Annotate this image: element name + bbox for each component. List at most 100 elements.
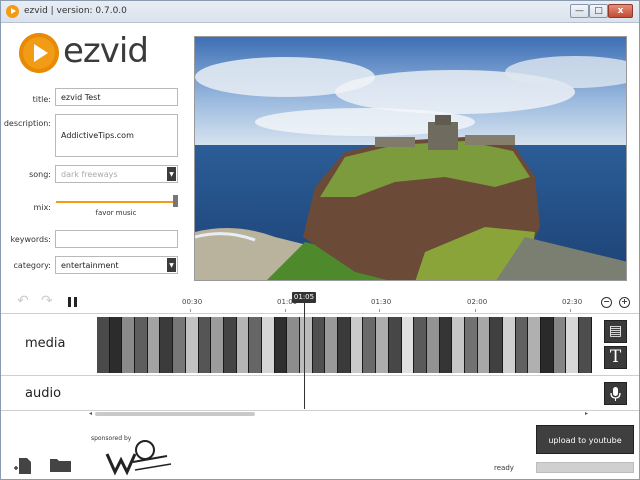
- minimize-button[interactable]: —: [570, 4, 589, 18]
- tick-label: 00:30: [182, 298, 203, 306]
- pause-button[interactable]: [68, 297, 77, 307]
- progress-bar: [536, 462, 634, 473]
- microphone-icon[interactable]: [604, 382, 627, 405]
- keywords-input[interactable]: [55, 230, 178, 248]
- zoom-out-icon[interactable]: −: [601, 297, 612, 308]
- category-select-value: entertainment: [61, 261, 119, 270]
- wings-logo[interactable]: [105, 434, 175, 476]
- audio-track-label: audio: [25, 386, 62, 401]
- clip-frame: [325, 317, 339, 373]
- description-label: description:: [3, 119, 51, 128]
- ezvid-logo: ezvid: [19, 31, 169, 77]
- film-icon[interactable]: ▤: [604, 320, 627, 343]
- song-select[interactable]: dark freeways ▼: [55, 165, 178, 183]
- clip-frame: [97, 317, 110, 373]
- clip-frame: [426, 317, 440, 373]
- scroll-left-icon[interactable]: ◂: [89, 410, 92, 417]
- app-icon: [6, 5, 19, 18]
- maximize-button[interactable]: □: [589, 4, 608, 18]
- clip-frame: [338, 317, 351, 373]
- clip-frame: [122, 317, 136, 373]
- clip-frame: [490, 317, 503, 373]
- description-input[interactable]: AddictiveTips.com: [55, 114, 178, 157]
- clip-frame: [312, 317, 326, 373]
- clip-frame: [566, 317, 580, 373]
- song-select-value: dark freeways: [61, 170, 118, 179]
- clip-frame: [553, 317, 567, 373]
- tick: [285, 309, 286, 312]
- tick-label: 02:30: [562, 298, 583, 306]
- tick-label: 01:30: [371, 298, 392, 306]
- status-text: ready: [494, 464, 514, 472]
- clip-frame: [147, 317, 161, 373]
- media-filmstrip[interactable]: [97, 317, 595, 373]
- tick: [190, 309, 191, 312]
- preview-image: [195, 37, 626, 280]
- tick: [379, 309, 380, 312]
- clip-frame: [401, 317, 415, 373]
- mix-label: mix:: [33, 203, 51, 212]
- scroll-right-icon[interactable]: ▸: [585, 410, 588, 417]
- clip-frame: [211, 317, 224, 373]
- video-preview[interactable]: [194, 36, 627, 281]
- add-text-button[interactable]: T: [604, 346, 627, 369]
- tick-label: 02:00: [467, 298, 488, 306]
- playhead-line[interactable]: [304, 303, 305, 409]
- clip-frame: [223, 317, 237, 373]
- clip-frame: [477, 317, 491, 373]
- clip-frame: [452, 317, 465, 373]
- logo-text: ezvid: [63, 31, 149, 71]
- song-label: song:: [29, 170, 51, 179]
- clip-frame: [300, 317, 313, 373]
- clip-frame: [515, 317, 529, 373]
- clip-frame: [579, 317, 592, 373]
- title-label: title:: [32, 95, 51, 104]
- undo-icon[interactable]: ↶: [17, 293, 29, 309]
- window-title: ezvid | version: 0.7.0.0: [24, 6, 127, 16]
- title-bar: ezvid | version: 0.7.0.0 — □ x: [1, 1, 639, 23]
- clip-frame: [464, 317, 478, 373]
- clip-frame: [198, 317, 212, 373]
- play-logo-icon: [19, 33, 59, 73]
- clip-frame: [350, 317, 364, 373]
- clip-frame: [528, 317, 542, 373]
- clip-frame: [173, 317, 186, 373]
- tick: [475, 309, 476, 312]
- clip-frame: [376, 317, 389, 373]
- mix-slider-handle[interactable]: [173, 195, 178, 207]
- tick: [570, 309, 571, 312]
- mix-caption: favor music: [95, 209, 137, 217]
- audio-track[interactable]: audio: [1, 375, 639, 411]
- media-track-label: media: [25, 336, 66, 351]
- clip-frame: [274, 317, 288, 373]
- clip-frame: [541, 317, 554, 373]
- upload-to-youtube-button[interactable]: upload to youtube: [536, 425, 634, 454]
- clip-frame: [236, 317, 250, 373]
- clip-frame: [414, 317, 427, 373]
- chevron-down-icon[interactable]: ▼: [167, 258, 176, 272]
- zoom-in-icon[interactable]: +: [619, 297, 630, 308]
- clip-frame: [109, 317, 123, 373]
- redo-icon[interactable]: ↷: [41, 293, 53, 309]
- category-label: category:: [13, 261, 51, 270]
- clip-frame: [160, 317, 174, 373]
- timeline-ruler[interactable]: 00:30 01:00 01:30 02:00 02:30: [84, 297, 594, 313]
- open-folder-icon[interactable]: [49, 456, 73, 478]
- clip-frame: [363, 317, 377, 373]
- category-select[interactable]: entertainment ▼: [55, 256, 178, 274]
- close-button[interactable]: x: [608, 4, 633, 18]
- keywords-label: keywords:: [10, 235, 51, 244]
- mix-slider-track[interactable]: [56, 201, 176, 203]
- clip-frame: [135, 317, 148, 373]
- app-window: ezvid | version: 0.7.0.0 — □ x ezvid tit…: [0, 0, 640, 480]
- clip-frame: [287, 317, 300, 373]
- chevron-down-icon[interactable]: ▼: [167, 167, 176, 181]
- clip-frame: [261, 317, 275, 373]
- new-project-icon[interactable]: [13, 456, 35, 480]
- title-input[interactable]: ezvid Test: [55, 88, 178, 106]
- playhead-time[interactable]: 01:05: [292, 292, 316, 303]
- timeline-scrollbar[interactable]: ◂ ▸: [89, 410, 589, 417]
- clip-frame: [249, 317, 262, 373]
- scrollbar-thumb[interactable]: [95, 412, 255, 416]
- clip-frame: [439, 317, 453, 373]
